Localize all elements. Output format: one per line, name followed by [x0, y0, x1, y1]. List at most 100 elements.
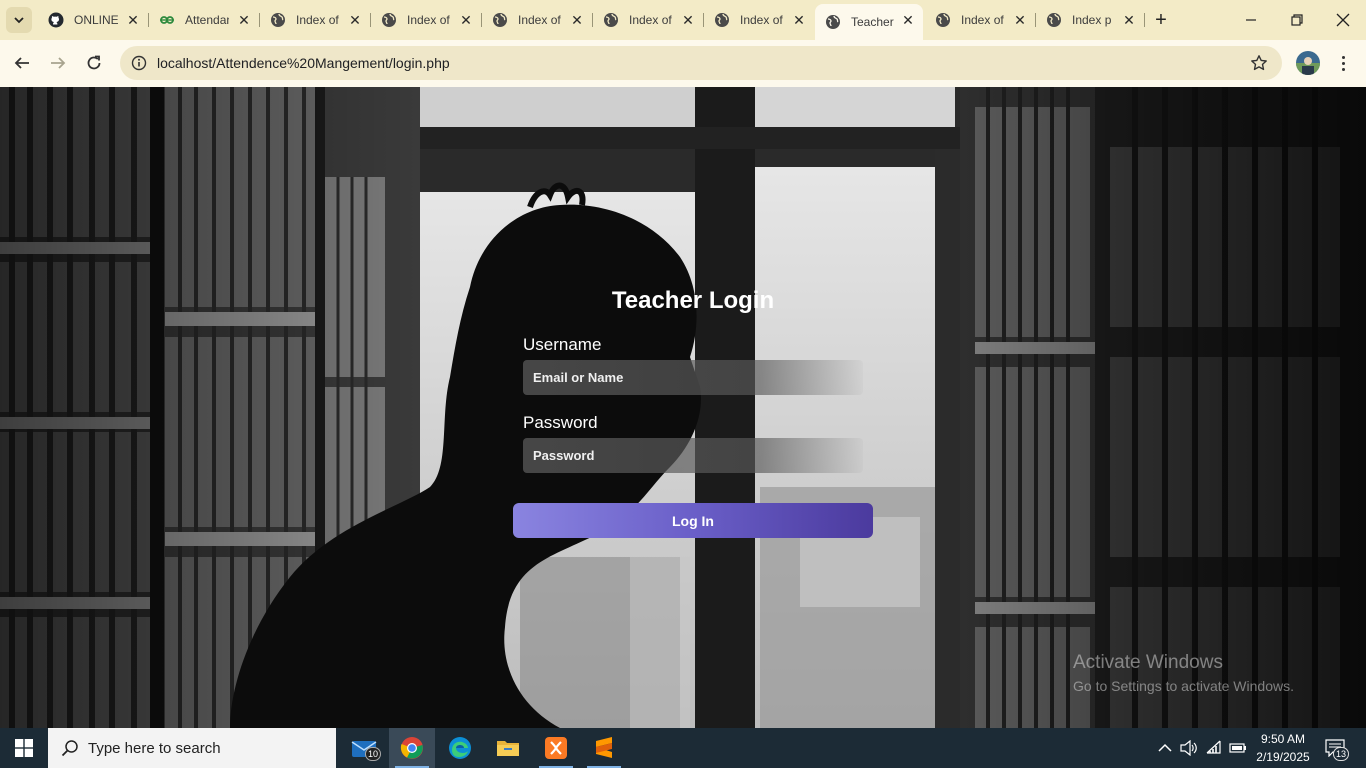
info-icon[interactable]: [122, 55, 156, 71]
tab-title: ONLINE: [74, 13, 118, 27]
tab-strip: ONLINE ✕ Attendance ✕ Index of ✕ Index o…: [0, 0, 1366, 40]
globe-icon: [381, 12, 397, 28]
globe-icon: [1046, 12, 1062, 28]
tab-index-of-4[interactable]: Index of ✕: [593, 6, 703, 34]
speaker-icon: [1180, 740, 1197, 756]
tab-index-of-6[interactable]: Index of ✕: [925, 6, 1035, 34]
tab-search-button[interactable]: [6, 7, 32, 33]
close-icon[interactable]: ✕: [459, 13, 473, 27]
back-button[interactable]: [9, 50, 35, 76]
chevron-down-icon: [14, 17, 24, 24]
reload-button[interactable]: [81, 50, 107, 76]
taskbar-search-box[interactable]: Type here to search: [48, 728, 336, 768]
tab-title: Index of: [740, 13, 783, 27]
edge-icon: [449, 737, 471, 759]
clock-time: 9:50 AM: [1260, 732, 1306, 746]
taskbar-clock[interactable]: 9:50 AM 2/19/2025: [1250, 730, 1316, 766]
taskbar-sublime-text-app[interactable]: [581, 728, 627, 768]
tab-index-of-5[interactable]: Index of ✕: [704, 6, 814, 34]
notification-count-badge: 13: [1333, 747, 1349, 761]
browser-toolbar: localhost/Attendence%20Mangement/login.p…: [0, 40, 1366, 87]
page-content: Teacher Login Username Password Log In A…: [0, 87, 1366, 728]
folder-icon: [497, 741, 519, 756]
sublime-text-icon: [596, 737, 612, 758]
tab-index-of-1[interactable]: Index of ✕: [260, 6, 370, 34]
globe-icon: [603, 12, 619, 28]
password-input[interactable]: [523, 438, 863, 473]
restore-icon: [1291, 14, 1303, 26]
new-tab-button[interactable]: +: [1149, 8, 1173, 32]
taskbar-xampp-app[interactable]: [533, 728, 579, 768]
clock-date: 2/19/2025: [1256, 750, 1310, 764]
tab-title: Index p: [1072, 13, 1112, 27]
browser-menu-button[interactable]: [1333, 51, 1353, 75]
tab-separator: [1144, 13, 1145, 27]
battery-icon: [1229, 743, 1246, 753]
arrow-left-icon: [14, 57, 29, 69]
taskbar-chrome-app[interactable]: [389, 728, 435, 768]
search-icon: [60, 739, 80, 757]
windows-logo-icon: [15, 739, 33, 757]
close-window-button[interactable]: [1320, 0, 1366, 40]
close-icon[interactable]: ✕: [681, 13, 695, 27]
github-icon: [48, 12, 64, 28]
close-icon[interactable]: ✕: [1122, 13, 1136, 27]
link-icon: [159, 12, 175, 28]
globe-icon: [492, 12, 508, 28]
taskbar-file-explorer-app[interactable]: [485, 728, 531, 768]
close-icon[interactable]: ✕: [126, 13, 140, 27]
volume-button[interactable]: [1178, 728, 1200, 768]
close-icon[interactable]: ✕: [901, 13, 915, 27]
bookmark-star-icon[interactable]: [1250, 54, 1268, 77]
tab-online[interactable]: ONLINE ✕: [38, 6, 148, 34]
restore-button[interactable]: [1274, 0, 1320, 40]
close-icon[interactable]: ✕: [1013, 13, 1027, 27]
start-button[interactable]: [0, 728, 48, 768]
tab-index-of-3[interactable]: Index of ✕: [482, 6, 592, 34]
close-icon[interactable]: ✕: [237, 13, 251, 27]
username-input[interactable]: [523, 360, 863, 395]
login-title: Teacher Login: [611, 287, 775, 314]
activate-windows-watermark: Activate Windows Go to Settings to activ…: [1073, 652, 1294, 694]
tab-title: Attendance: [185, 13, 229, 27]
network-button[interactable]: [1203, 728, 1225, 768]
password-label: Password: [523, 413, 598, 432]
arrow-right-icon: [51, 57, 66, 69]
taskbar-mail-app[interactable]: 10: [341, 728, 387, 768]
username-label: Username: [523, 335, 602, 354]
globe-icon: [270, 12, 286, 28]
forward-button[interactable]: [45, 50, 71, 76]
login-form: Teacher Login Username Password Log In: [513, 287, 873, 538]
tab-title: Index of: [296, 13, 339, 27]
reload-icon: [87, 55, 101, 70]
address-url[interactable]: localhost/Attendence%20Mangement/login.p…: [157, 55, 450, 71]
taskbar: Type here to search 10 9:50 AM 2/19/2025…: [0, 728, 1366, 768]
chrome-icon: [400, 737, 423, 759]
close-icon[interactable]: ✕: [792, 13, 806, 27]
close-icon[interactable]: ✕: [570, 13, 584, 27]
tab-title: Index of: [961, 13, 1004, 27]
battery-button[interactable]: [1227, 728, 1249, 768]
globe-icon: [714, 12, 730, 28]
tab-attendance[interactable]: Attendance ✕: [149, 6, 259, 34]
watermark-subtitle: Go to Settings to activate Windows.: [1073, 678, 1294, 694]
globe-icon: [825, 14, 841, 30]
profile-avatar[interactable]: [1296, 51, 1320, 75]
tab-index-p[interactable]: Index p ✕: [1036, 6, 1144, 34]
globe-icon: [935, 12, 951, 28]
minimize-icon: [1246, 19, 1256, 21]
minimize-button[interactable]: [1228, 0, 1274, 40]
close-icon: [1336, 13, 1350, 27]
wifi-icon: [1206, 740, 1221, 754]
show-hidden-icons-button[interactable]: [1154, 728, 1176, 768]
tab-teacher-login[interactable]: Teacher ✕: [815, 4, 923, 40]
tab-title: Index of: [407, 13, 450, 27]
close-icon[interactable]: ✕: [348, 13, 362, 27]
tab-index-of-2[interactable]: Index of ✕: [371, 6, 481, 34]
address-bar[interactable]: localhost/Attendence%20Mangement/login.p…: [120, 46, 1282, 80]
tab-title: Index of: [518, 13, 561, 27]
search-placeholder: Type here to search: [88, 739, 221, 757]
watermark-title: Activate Windows: [1073, 652, 1223, 673]
taskbar-edge-app[interactable]: [437, 728, 483, 768]
login-button[interactable]: Log In: [513, 503, 873, 538]
